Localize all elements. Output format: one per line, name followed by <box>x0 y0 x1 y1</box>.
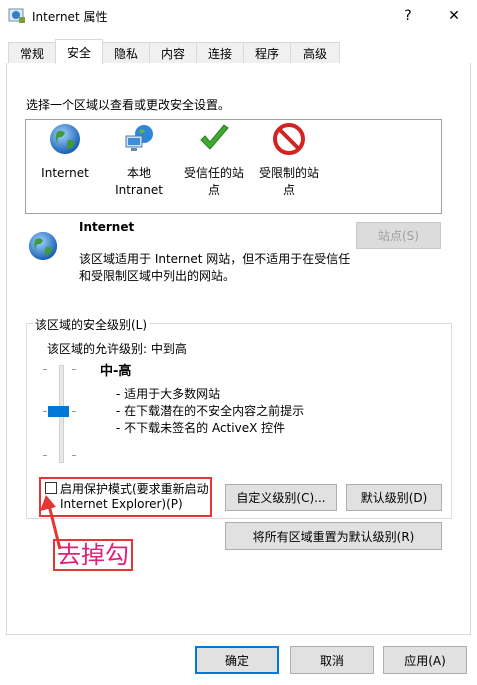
zone-label-trusted-line2: 点 <box>207 183 220 197</box>
allowed-levels-text: 该区域的允许级别: 中到高 <box>47 342 187 356</box>
cancel-button[interactable]: 取消 <box>290 646 374 674</box>
close-icon: ✕ <box>448 8 460 24</box>
zone-item-internet[interactable]: Internet <box>28 120 102 182</box>
level-bullet-2: - 在下载潜在的不安全内容之前提示 <box>116 404 305 418</box>
close-button[interactable]: ✕ <box>431 0 477 32</box>
custom-level-button[interactable]: 自定义级别(C)... <box>225 484 337 511</box>
zone-label-local-intranet-line1: 本地 <box>126 166 151 180</box>
selected-zone-desc-line1: 该区域适用于 Internet 网站，但不适用于在受信任 <box>79 252 351 266</box>
zone-item-trusted-sites[interactable]: 受信任的站 点 <box>177 120 251 199</box>
slider-tick <box>72 455 76 456</box>
internet-options-icon <box>8 8 25 23</box>
zone-label-internet: Internet <box>28 165 102 182</box>
zone-label-trusted-line1: 受信任的站 <box>183 166 244 180</box>
selected-zone-globe-icon <box>28 231 58 261</box>
tab-privacy[interactable]: 隐私 <box>102 42 150 63</box>
level-bullet-1: - 适用于大多数网站 <box>116 387 221 401</box>
tab-general[interactable]: 常规 <box>8 42 56 63</box>
slider-tick <box>43 411 47 412</box>
tab-content[interactable]: 内容 <box>149 42 197 63</box>
tab-programs[interactable]: 程序 <box>243 42 291 63</box>
zone-item-local-intranet[interactable]: 本地 Intranet <box>102 120 176 199</box>
annotation-text: 去掉勾 <box>53 539 133 571</box>
window-title: Internet 属性 <box>32 10 108 24</box>
tab-security[interactable]: 安全 <box>55 39 103 64</box>
local-intranet-icon <box>125 125 153 151</box>
help-button[interactable]: ? <box>385 0 431 32</box>
security-level-slider-thumb[interactable] <box>48 406 69 417</box>
zone-item-restricted-sites[interactable]: 受限制的站 点 <box>252 120 326 199</box>
title-bar: Internet 属性 ? ✕ <box>0 0 477 32</box>
restricted-icon <box>273 123 305 155</box>
slider-tick <box>43 369 47 370</box>
tab-connections[interactable]: 连接 <box>196 42 244 63</box>
selected-zone-desc-line2: 和受限制区域中列出的网站。 <box>79 269 236 283</box>
tab-advanced[interactable]: 高级 <box>290 42 340 63</box>
zone-label-restricted-line1: 受限制的站 <box>258 166 319 180</box>
checkmark-icon <box>200 124 229 150</box>
apply-button[interactable]: 应用(A) <box>383 646 467 674</box>
level-bullet-3: - 不下载未签名的 ActiveX 控件 <box>116 421 286 435</box>
slider-tick <box>43 455 47 456</box>
zone-label-restricted-line2: 点 <box>282 183 295 197</box>
selected-zone-name: Internet <box>79 220 135 234</box>
slider-tick <box>72 369 76 370</box>
globe-icon <box>50 124 80 154</box>
zone-label-local-intranet-line2: Intranet <box>115 183 163 197</box>
zone-list: Internet 本地 Intranet 受信任的站 点 受限制的站 点 <box>25 119 442 214</box>
ok-button[interactable]: 确定 <box>195 646 279 674</box>
sites-button[interactable]: 站点(S) <box>356 222 441 249</box>
security-level-name: 中-高 <box>100 364 132 379</box>
help-icon: ? <box>404 8 412 24</box>
zone-prompt: 选择一个区域以查看或更改安全设置。 <box>26 98 231 112</box>
default-level-button[interactable]: 默认级别(D) <box>346 484 442 511</box>
security-level-group-label: 该区域的安全级别(L) <box>33 316 150 333</box>
reset-all-zones-button[interactable]: 将所有区域重置为默认级别(R) <box>225 522 442 550</box>
slider-tick <box>72 411 76 412</box>
